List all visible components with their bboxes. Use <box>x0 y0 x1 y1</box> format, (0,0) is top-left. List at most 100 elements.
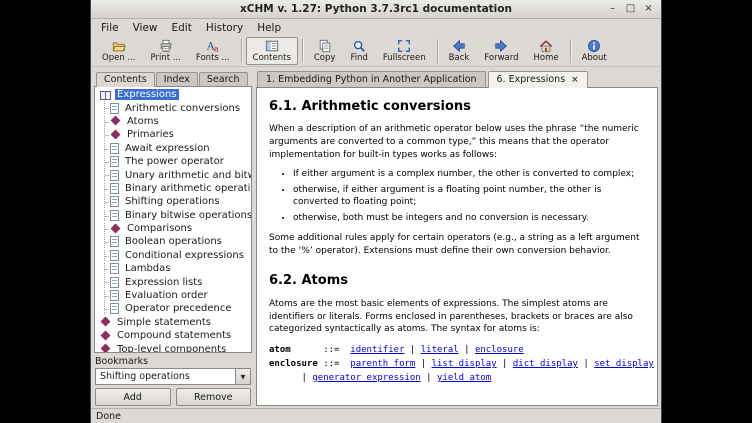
maximize-button[interactable]: □ <box>623 2 638 16</box>
tab-close-icon[interactable]: × <box>571 75 579 85</box>
tab-index[interactable]: Index <box>156 72 198 86</box>
tree-item[interactable]: The power operator <box>97 155 251 168</box>
grammar-link[interactable]: set_display <box>594 359 654 369</box>
bullet-item: otherwise, if either argument is a float… <box>293 184 647 210</box>
tree-item[interactable]: Expressions <box>97 88 251 101</box>
section-heading-6-1: 6.1. Arithmetic conversions <box>269 98 647 116</box>
bookmarks-label: Bookmarks <box>95 356 148 367</box>
close-button[interactable]: × <box>641 2 656 16</box>
tree-item[interactable]: Primaries <box>97 128 251 141</box>
bullet-item: otherwise, both must be integers and no … <box>293 212 647 225</box>
tree-item[interactable]: Expression lists <box>97 275 251 288</box>
tree-item-label: Primaries <box>125 129 176 140</box>
tab-embedding-python[interactable]: 1. Embedding Python in Another Applicati… <box>257 71 486 87</box>
xchm-window: xCHM v. 1.27: Python 3.7.3rc1 documentat… <box>90 0 662 423</box>
tree-item[interactable]: Binary bitwise operations <box>97 209 251 222</box>
tree-item[interactable]: Arithmetic conversions <box>97 101 251 114</box>
menu-item[interactable]: File <box>94 21 126 35</box>
tab-contents[interactable]: Contents <box>96 72 155 87</box>
fullscreen-icon <box>397 39 411 53</box>
add-bookmark-button[interactable]: Add <box>95 388 171 406</box>
contents-toggle-button[interactable]: Contents <box>246 37 298 65</box>
combobox-dropdown-button[interactable]: ▼ <box>235 369 250 384</box>
fonts-button-label: Fonts ... <box>196 53 230 63</box>
tab-search[interactable]: Search <box>199 72 248 86</box>
tree-item[interactable]: Lambdas <box>97 262 251 275</box>
tree-item-icon <box>110 210 119 221</box>
tree-item-icon <box>100 330 111 341</box>
tree-item-label: Binary bitwise operations <box>123 210 251 221</box>
tree-item[interactable]: Simple statements <box>97 316 251 329</box>
grammar-text: | <box>269 373 312 383</box>
fonts-button[interactable]: Aa Fonts ... <box>189 37 237 65</box>
search-icon <box>352 39 366 53</box>
copy-button[interactable]: Copy <box>307 37 343 65</box>
menu-item[interactable]: View <box>126 21 165 35</box>
tree-item[interactable]: Atoms <box>97 115 251 128</box>
tree-item[interactable]: Unary arithmetic and bitwise operations <box>97 168 251 181</box>
document-panel: 1. Embedding Python in Another Applicati… <box>256 69 658 406</box>
sidebar: Contents Index Search Expressions Arithm… <box>94 69 252 406</box>
tree-item[interactable]: Operator precedence <box>97 302 251 315</box>
grammar-link[interactable]: yield_atom <box>437 373 491 383</box>
tree-item-label: Conditional expressions <box>123 250 246 261</box>
main-area: Contents Index Search Expressions Arithm… <box>91 67 661 408</box>
grammar-link[interactable]: literal <box>421 345 459 355</box>
print-button[interactable]: Print ... <box>144 37 188 65</box>
conversion-rules-list: If either argument is a complex number, … <box>269 168 647 225</box>
grammar-text: | <box>578 359 594 369</box>
tree-item-label: Simple statements <box>115 317 213 328</box>
tree-item-icon <box>100 91 111 100</box>
tree-item[interactable]: Shifting operations <box>97 195 251 208</box>
tab-label: 1. Embedding Python in Another Applicati… <box>266 74 477 85</box>
grammar-link[interactable]: enclosure <box>475 345 524 355</box>
tree-item[interactable]: Conditional expressions <box>97 249 251 262</box>
grammar-link[interactable]: dict_display <box>513 359 578 369</box>
fonts-icon: Aa <box>206 39 220 53</box>
tree-item[interactable]: Comparisons <box>97 222 251 235</box>
grammar-line: | generator_expression | yield_atom <box>269 372 647 386</box>
home-button-label: Home <box>533 53 558 63</box>
tree-item-icon <box>110 236 119 247</box>
tree-item-label: Unary arithmetic and bitwise operations <box>123 170 251 181</box>
grammar-link[interactable]: generator_expression <box>312 373 420 383</box>
minimize-button[interactable]: – <box>605 2 620 16</box>
about-button[interactable]: About <box>575 37 614 65</box>
window-controls: – □ × <box>605 2 661 16</box>
tree-item[interactable]: Compound statements <box>97 329 251 342</box>
printer-icon <box>159 39 173 53</box>
print-button-label: Print ... <box>151 53 181 63</box>
tree-item-icon <box>110 156 119 167</box>
forward-button[interactable]: Forward <box>477 37 525 65</box>
back-button[interactable]: Back <box>442 37 477 65</box>
bookmark-combobox[interactable]: Shifting operations ▼ <box>95 368 251 385</box>
fullscreen-button[interactable]: Fullscreen <box>376 37 433 65</box>
tree-item[interactable]: Top-level components <box>97 342 251 353</box>
open-button-label: Open ... <box>102 53 136 63</box>
menu-item[interactable]: Edit <box>165 21 199 35</box>
remove-bookmark-button[interactable]: Remove <box>176 388 252 406</box>
menu-item[interactable]: Help <box>250 21 288 35</box>
title-bar: xCHM v. 1.27: Python 3.7.3rc1 documentat… <box>91 0 661 19</box>
tree-item-icon <box>110 170 119 181</box>
grammar-link[interactable]: parenth_form <box>350 359 415 369</box>
tree-item-icon <box>110 303 119 314</box>
find-button[interactable]: Find <box>343 37 374 65</box>
tree-item-icon <box>100 344 111 353</box>
menu-bar: File View Edit History Help <box>91 19 661 36</box>
tree-item-icon <box>110 183 119 194</box>
grammar-line: atom ::= identifier | literal | enclosur… <box>269 344 647 358</box>
menu-item[interactable]: History <box>199 21 250 35</box>
tree-item-icon <box>110 223 121 234</box>
tab-expressions[interactable]: 6. Expressions × <box>488 71 588 88</box>
grammar-link[interactable]: list_display <box>432 359 497 369</box>
home-button[interactable]: Home <box>526 37 565 65</box>
tree-item[interactable]: Evaluation order <box>97 289 251 302</box>
tree-item-icon <box>110 129 121 140</box>
tree-item[interactable]: Await expression <box>97 142 251 155</box>
tree-item[interactable]: Boolean operations <box>97 235 251 248</box>
tree-item[interactable]: Binary arithmetic operations <box>97 182 251 195</box>
grammar-link[interactable]: identifier <box>350 345 404 355</box>
open-button[interactable]: Open ... <box>95 37 143 65</box>
tree-item-icon <box>110 196 119 207</box>
